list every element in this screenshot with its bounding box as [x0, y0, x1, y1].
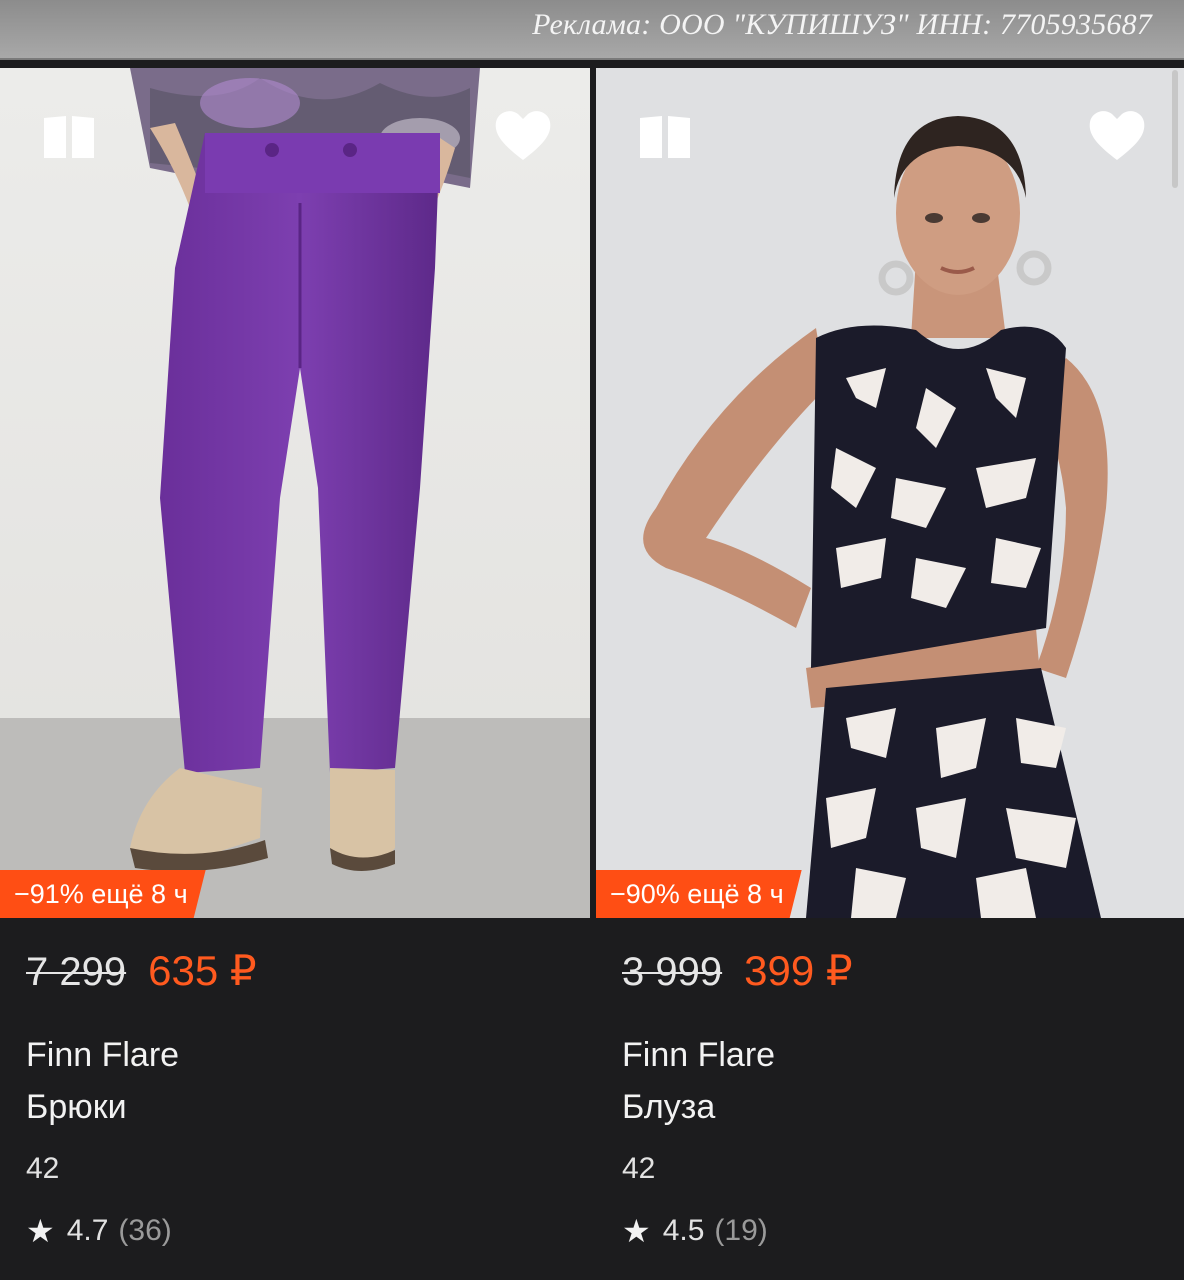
product-image[interactable]: [0, 68, 590, 918]
scrollbar[interactable]: [1172, 70, 1178, 188]
review-count: (19): [714, 1214, 768, 1247]
new-price: 399 ₽: [744, 947, 853, 994]
price-row: 7 299 635 ₽: [26, 946, 580, 1006]
grid-spacer: [0, 60, 1184, 68]
sale-badge: −91% ещё 8 ч: [0, 870, 206, 918]
product-image[interactable]: [596, 68, 1184, 918]
product-brand: Finn Flare: [26, 1036, 180, 1074]
product-name: Блуза: [622, 1088, 716, 1126]
product-name: Брюки: [26, 1088, 127, 1126]
rating-value: 4.5: [662, 1214, 705, 1247]
product-size: 42: [26, 1152, 60, 1185]
product-info: 7 299 635 ₽ Finn Flare Брюки 42 ★ 4.7 (3…: [26, 946, 580, 1250]
ad-banner: Реклама: ООО "КУПИШУЗ" ИНН: 7705935687: [0, 0, 1184, 60]
review-count: (36): [118, 1214, 172, 1247]
rating-value: 4.7: [66, 1214, 109, 1247]
old-price: 3 999: [622, 950, 723, 994]
star-icon: ★: [26, 1213, 55, 1249]
heart-icon[interactable]: [1086, 106, 1148, 164]
heart-icon[interactable]: [492, 106, 554, 164]
price-row: 3 999 399 ₽: [622, 946, 1174, 1006]
star-icon: ★: [622, 1213, 651, 1249]
new-price: 635 ₽: [148, 947, 257, 994]
compare-icon[interactable]: [40, 112, 98, 162]
product-info: 3 999 399 ₽ Finn Flare Блуза 42 ★ 4.5 (1…: [622, 946, 1174, 1250]
product-rating: ★ 4.7 (36): [26, 1212, 580, 1250]
ad-disclaimer: Реклама: ООО "КУПИШУЗ" ИНН: 7705935687: [532, 8, 1152, 41]
product-card[interactable]: −90% ещё 8 ч 3 999 399 ₽ Finn Flare Блуз…: [596, 68, 1184, 1280]
sale-badge: −90% ещё 8 ч: [596, 870, 802, 918]
product-rating: ★ 4.5 (19): [622, 1212, 1174, 1250]
product-size: 42: [622, 1152, 656, 1185]
compare-icon[interactable]: [636, 112, 694, 162]
old-price: 7 299: [26, 950, 127, 994]
product-brand: Finn Flare: [622, 1036, 776, 1074]
product-card[interactable]: −91% ещё 8 ч 7 299 635 ₽ Finn Flare Брюк…: [0, 68, 590, 1280]
